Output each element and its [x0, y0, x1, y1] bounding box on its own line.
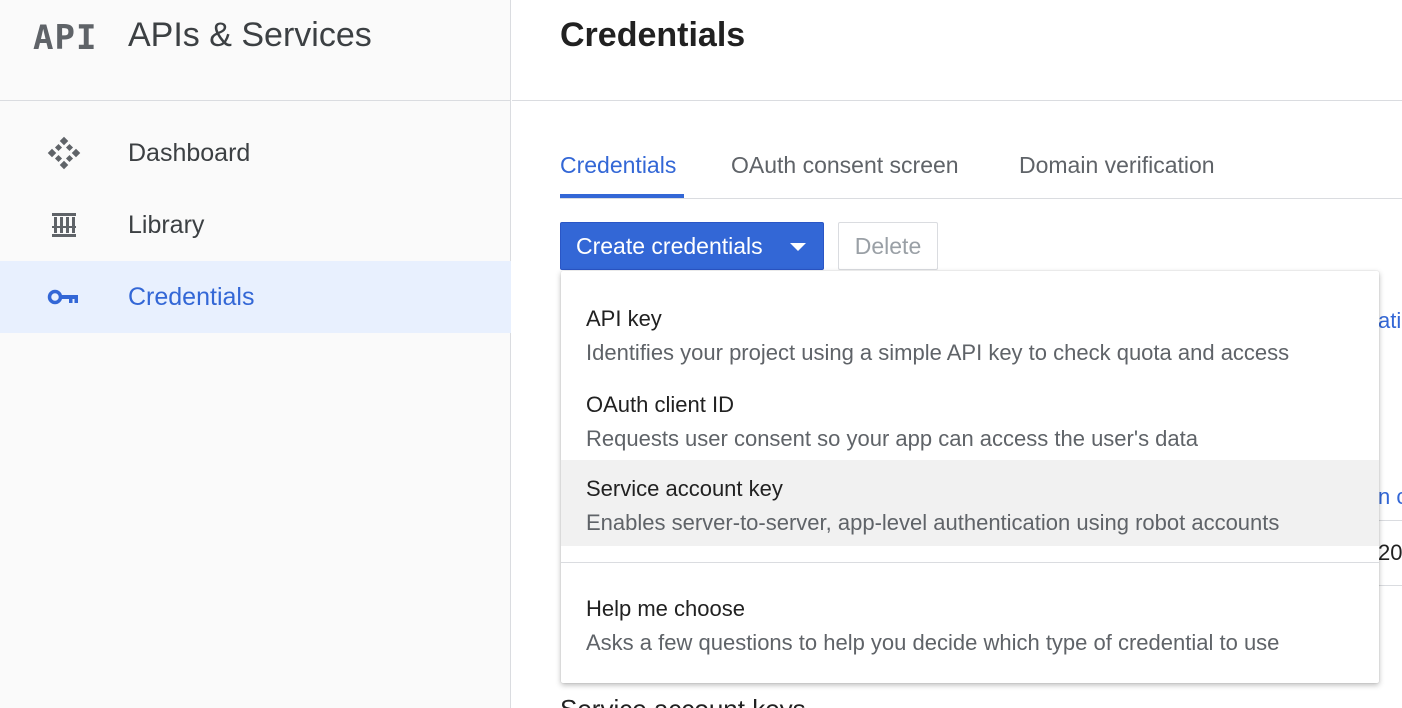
- menu-item-service-account-key[interactable]: Service account key Enables server-to-se…: [561, 460, 1379, 546]
- header-divider: [512, 100, 1402, 101]
- caret-down-icon: [790, 243, 806, 251]
- product-title[interactable]: APIs & Services: [128, 16, 372, 55]
- sidebar-item-dashboard[interactable]: Dashboard: [0, 117, 511, 189]
- sidebar-item-label: Library: [128, 210, 205, 239]
- background-row-divider: [1378, 585, 1402, 586]
- menu-item-description: Identifies your project using a simple A…: [586, 340, 1290, 365]
- background-row-divider: [1378, 520, 1402, 521]
- create-credentials-button[interactable]: Create credentials: [560, 222, 824, 270]
- delete-label: Delete: [854, 232, 922, 259]
- tab-credentials[interactable]: Credentials: [560, 152, 676, 179]
- menu-item-title: Help me choose: [586, 596, 745, 621]
- tab-domain-verification[interactable]: Domain verification: [1019, 152, 1215, 179]
- menu-divider: [561, 562, 1379, 563]
- tab-oauth-consent-screen[interactable]: OAuth consent screen: [731, 152, 959, 179]
- menu-item-oauth-client-id[interactable]: OAuth client ID Requests user consent so…: [561, 376, 1379, 462]
- library-icon: [44, 205, 84, 245]
- menu-item-title: API key: [586, 306, 662, 331]
- tabs-divider: [560, 198, 1402, 199]
- background-link-fragment[interactable]: atio: [1378, 308, 1402, 334]
- dashboard-diamond-icon: [44, 133, 84, 173]
- menu-item-description: Asks a few questions to help you decide …: [586, 630, 1280, 655]
- service-account-keys-heading: Service account keys: [560, 694, 806, 708]
- menu-item-title: OAuth client ID: [586, 392, 734, 417]
- background-link-fragment[interactable]: n c: [1378, 484, 1402, 510]
- sidebar-item-label: Dashboard: [128, 138, 251, 167]
- key-icon: [44, 277, 84, 317]
- menu-item-description: Enables server-to-server, app-level auth…: [586, 510, 1280, 535]
- api-logo: API: [33, 18, 98, 58]
- page-title: Credentials: [560, 16, 746, 54]
- sidebar: API APIs & Services Dashboard Library Cr…: [0, 0, 511, 708]
- menu-item-help-me-choose[interactable]: Help me choose Asks a few questions to h…: [561, 580, 1379, 666]
- create-credentials-label: Create credentials: [576, 232, 763, 259]
- sidebar-item-library[interactable]: Library: [0, 189, 511, 261]
- sidebar-item-credentials[interactable]: Credentials: [0, 261, 511, 333]
- background-cell-fragment: 20: [1378, 540, 1402, 565]
- create-credentials-menu: API key Identifies your project using a …: [561, 271, 1379, 683]
- menu-item-description: Requests user consent so your app can ac…: [586, 426, 1198, 451]
- sidebar-item-label: Credentials: [128, 282, 255, 311]
- sidebar-header: API APIs & Services: [0, 0, 511, 101]
- menu-item-title: Service account key: [586, 476, 783, 501]
- delete-button[interactable]: Delete: [838, 222, 938, 270]
- menu-item-api-key[interactable]: API key Identifies your project using a …: [561, 290, 1379, 376]
